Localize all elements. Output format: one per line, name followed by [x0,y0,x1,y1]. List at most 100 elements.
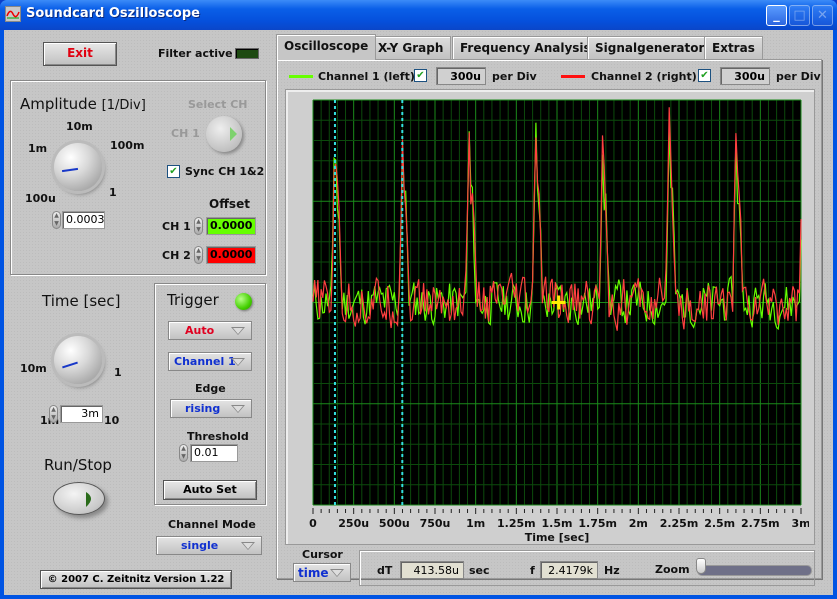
x-tick-label: 2.5m [704,517,735,530]
filter-active-led [235,48,259,59]
minimize-button[interactable]: _ [766,5,787,26]
sync-label: Sync CH 1&2 [185,165,265,178]
chevron-down-icon [241,542,255,550]
select-ch-label: Select CH [188,98,248,111]
ch2-per-div-field[interactable]: 300u [720,67,770,85]
threshold-label: Threshold [187,430,249,443]
auto-set-button[interactable]: Auto Set [163,480,257,500]
offset-ch2-field[interactable]: 0.0000 [206,246,256,264]
ch2-enable-checkbox[interactable]: ✔ [698,69,711,82]
cursor-label: Cursor [302,548,343,561]
filter-active-label: Filter active [158,47,233,60]
x-tick-label: 750u [420,517,451,530]
ch2-per-div-label: per Div [776,70,821,83]
amp-tick-10m: 10m [66,120,93,133]
edge-value: rising [185,402,221,415]
threshold-spinner[interactable]: ▲ ▼ [179,444,188,462]
offset-ch1-field[interactable]: 0.0000 [206,217,256,235]
amp-tick-1: 1 [109,186,117,199]
time-knob[interactable] [54,336,102,384]
amplitude-unit: [1/Div] [101,98,146,113]
chevron-down-icon [231,405,245,413]
f-label: f [530,564,535,577]
f-value: 2.4179k [540,561,598,579]
x-axis-label: Time [sec] [525,531,590,544]
x-tick-label: 1.5m [542,517,573,530]
ch2-legend-line [561,75,585,78]
channel-mode-dropdown[interactable]: single [156,536,262,555]
ch1-label: Channel 1 (left) [318,70,415,83]
tab-extras[interactable]: Extras [704,36,763,59]
oscilloscope-graph[interactable]: 0 250u 500u 750u 1m 1.25m 1.5m 1.75m 2m 2.25m 2.5m… [299,90,809,550]
x-tick-label: 250u [338,517,369,530]
zoom-slider-track[interactable] [697,565,812,576]
time-tick-1: 1 [114,366,122,379]
amplitude-title-text: Amplitude [20,95,97,113]
minimize-icon: _ [773,8,780,23]
dt-value: 413.58u [400,561,464,579]
run-stop-button[interactable] [53,482,105,515]
time-spinner[interactable]: ▲ ▼ [49,405,58,423]
amplitude-knob[interactable] [54,143,102,191]
offset-ch1-label: CH 1 [162,220,191,233]
knob-indicator [61,167,79,173]
app-icon [5,6,21,22]
cursor-mode-dropdown[interactable]: time [293,563,351,582]
tab-xy-graph[interactable]: X-Y Graph [370,36,452,59]
client-area: Exit Filter active Amplitude [1/Div] 100… [4,30,833,595]
ch1-enable-checkbox[interactable]: ✔ [414,69,427,82]
x-tick-label: 2.75m [741,517,780,530]
knob-indicator [62,361,78,369]
tab-frequency-analysis[interactable]: Frequency Analysis [452,36,599,59]
ch1-per-div-field[interactable]: 300u [436,67,486,85]
cursor-mode-value: time [298,566,329,580]
time-tick-10m: 10m [20,362,47,375]
title-bar: Soundcard Oszilloscope _ □ ✕ [0,0,837,30]
offset-ch1-spinner[interactable]: ▲ ▼ [194,217,203,235]
threshold-field[interactable]: 0.01 [190,444,238,462]
tab-signalgenerator[interactable]: Signalgenerator [587,36,713,59]
zoom-label: Zoom [655,563,690,576]
time-tick-10: 10 [104,414,120,427]
trigger-channel-value: Channel 1 [174,355,236,368]
amplitude-spinner[interactable]: ▲ ▼ [52,211,61,229]
exit-button[interactable]: Exit [43,42,117,66]
x-tick-label: 2.25m [660,517,699,530]
x-tick-label: 1m [466,517,485,530]
channel-mode-value: single [181,539,219,552]
trigger-title: Trigger [167,291,219,309]
trigger-led [235,293,252,310]
chevron-down-icon [231,358,245,366]
window-title: Soundcard Oszilloscope [26,6,200,21]
offset-ch2-spinner[interactable]: ▲ ▼ [194,246,203,264]
amp-tick-1m: 1m [28,142,48,155]
trigger-mode-dropdown[interactable]: Auto [168,321,252,340]
close-button[interactable]: ✕ [812,5,833,26]
amp-tick-100u: 100u [25,192,56,205]
play-icon [86,492,91,507]
edge-dropdown[interactable]: rising [170,399,252,418]
x-tick-label: 2m [629,517,648,530]
time-value-field[interactable]: 3m [60,405,103,423]
amplitude-title: Amplitude [1/Div] [20,95,146,113]
maximize-button[interactable]: □ [789,5,810,26]
zoom-slider-thumb[interactable] [696,558,706,574]
dt-unit: sec [469,564,490,577]
trigger-channel-dropdown[interactable]: Channel 1 [168,352,252,371]
chevron-down-icon [231,327,245,335]
amplitude-value-field[interactable]: 0.0003 [62,211,105,229]
offset-title: Offset [209,197,250,211]
ch2-label: Channel 2 (right) [591,70,697,83]
copyright-label: © 2007 C. Zeitnitz Version 1.22 [40,570,232,589]
x-tick-label: 1.25m [497,517,536,530]
x-tick-label: 0 [309,517,317,530]
channel-mode-label: Channel Mode [168,518,256,531]
sync-checkbox[interactable]: ✔ [167,165,180,178]
select-ch-button[interactable] [206,116,242,152]
time-title: Time [sec] [42,292,121,310]
run-stop-label: Run/Stop [44,456,112,474]
x-tick-label: 1.75m [578,517,617,530]
x-tick-label: 500u [379,517,410,530]
app-window: Soundcard Oszilloscope _ □ ✕ Exit Filter… [0,0,837,599]
tab-oscilloscope[interactable]: Oscilloscope [276,34,377,60]
